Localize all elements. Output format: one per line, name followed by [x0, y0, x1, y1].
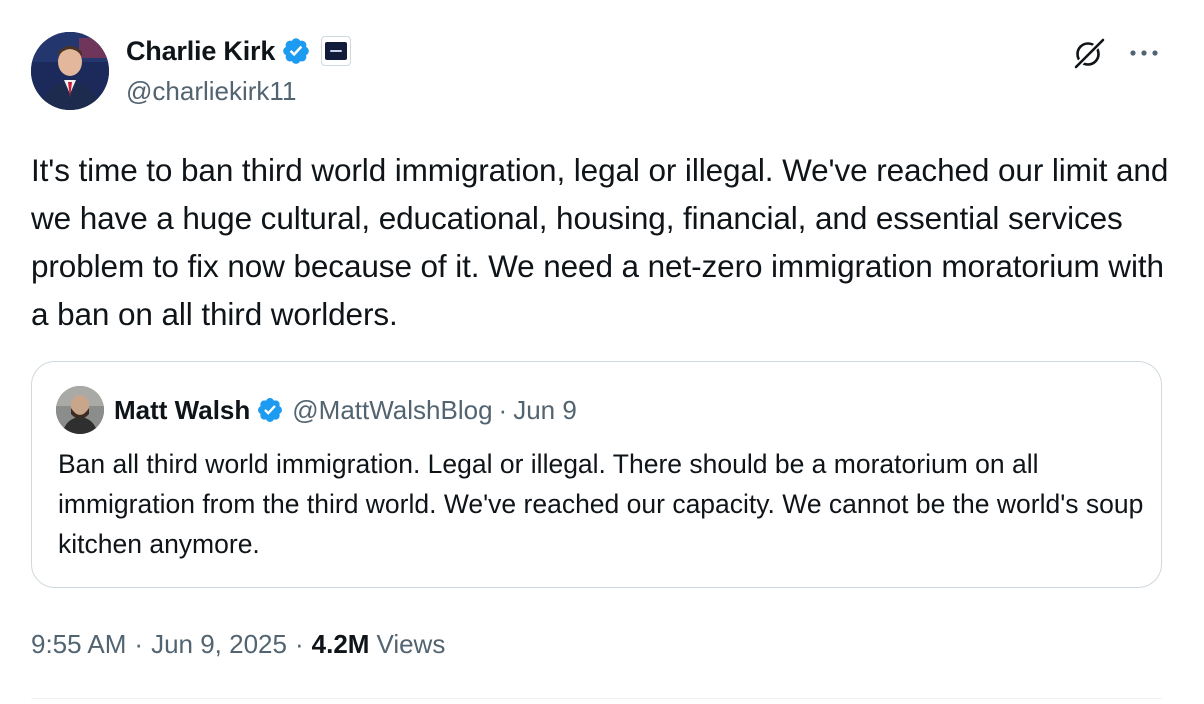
author-display-name[interactable]: Charlie Kirk [126, 36, 275, 67]
author-handle[interactable]: @charliekirk11 [126, 76, 296, 107]
organization-badge-icon[interactable] [321, 36, 352, 66]
quoted-separator: · [498, 394, 508, 425]
verified-badge-icon[interactable] [281, 36, 311, 66]
author-avatar-image [31, 32, 109, 110]
meta-separator: · [134, 628, 144, 659]
meta-separator: · [294, 628, 304, 659]
quoted-header: Matt Walsh @MattWalshBlog · Jun 9 [114, 392, 577, 428]
quoted-author-handle[interactable]: @MattWalshBlog [292, 395, 492, 426]
tweet: Charlie Kirk @charliekirk11 It's time to… [0, 0, 1204, 704]
more-icon [1130, 50, 1158, 56]
quoted-author-avatar[interactable] [56, 386, 104, 434]
quoted-author-name[interactable]: Matt Walsh [114, 395, 250, 426]
author-name-row: Charlie Kirk [126, 33, 352, 69]
more-options-button[interactable] [1124, 36, 1164, 70]
quoted-tweet[interactable]: Matt Walsh @MattWalshBlog · Jun 9 Ban al… [31, 361, 1162, 588]
quoted-date[interactable]: Jun 9 [513, 395, 577, 426]
grok-button[interactable] [1070, 36, 1108, 70]
grok-icon [1074, 37, 1105, 69]
tweet-date[interactable]: Jun 9, 2025 [151, 629, 287, 660]
tweet-text: It's time to ban third world immigration… [31, 152, 1169, 332]
views-count[interactable]: 4.2M [312, 629, 370, 660]
tweet-meta: 9:55 AM · Jun 9, 2025 · 4.2M Views [31, 624, 445, 664]
quoted-text: Ban all third world immigration. Legal o… [58, 449, 1144, 559]
views-label[interactable]: Views [376, 629, 445, 660]
author-avatar[interactable] [31, 32, 109, 110]
quoted-avatar-image [56, 386, 104, 434]
tweet-time[interactable]: 9:55 AM [31, 629, 126, 660]
divider [31, 698, 1162, 699]
verified-badge-icon[interactable] [256, 396, 284, 424]
